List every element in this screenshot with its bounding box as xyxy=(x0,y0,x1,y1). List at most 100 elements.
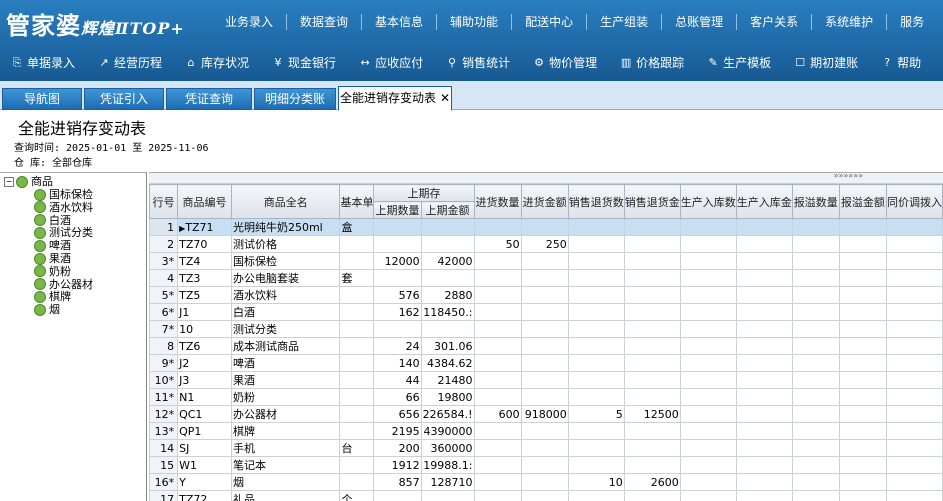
topnav-item-0[interactable]: 业务录入 xyxy=(212,14,286,30)
purchase-amount-cell[interactable]: 918000 xyxy=(521,406,568,423)
empty-cell[interactable] xyxy=(736,304,792,321)
product-name-cell[interactable]: 奶粉 xyxy=(231,389,340,406)
return-qty-cell[interactable] xyxy=(568,287,624,304)
row-number[interactable]: 9* xyxy=(150,355,178,372)
unit-cell[interactable] xyxy=(340,423,374,440)
return-amount-cell[interactable] xyxy=(624,321,680,338)
purchase-amount-cell[interactable]: 250 xyxy=(521,236,568,253)
table-row[interactable]: 4TZ3办公电脑套装套 xyxy=(150,270,943,287)
row-number[interactable]: 6* xyxy=(150,304,178,321)
purchase-qty-cell[interactable] xyxy=(474,270,521,287)
prev-qty-cell[interactable]: 66 xyxy=(374,389,421,406)
empty-cell[interactable] xyxy=(839,338,886,355)
prev-amount-cell[interactable]: 19800 xyxy=(421,389,474,406)
prev-amount-cell[interactable] xyxy=(421,491,474,501)
toolbar-button-1[interactable]: ↗经营历程 xyxy=(97,54,162,71)
empty-cell[interactable] xyxy=(792,338,839,355)
empty-cell[interactable] xyxy=(680,253,736,270)
purchase-qty-cell[interactable] xyxy=(474,219,521,236)
purchase-amount-cell[interactable] xyxy=(521,304,568,321)
empty-cell[interactable] xyxy=(680,423,736,440)
purchase-qty-cell[interactable] xyxy=(474,440,521,457)
return-qty-cell[interactable] xyxy=(568,270,624,287)
product-code-cell[interactable]: SJ xyxy=(178,440,232,457)
toolbar-button-4[interactable]: ↔应收应付 xyxy=(358,54,423,71)
return-amount-cell[interactable] xyxy=(624,287,680,304)
purchase-amount-cell[interactable] xyxy=(521,491,568,501)
empty-cell[interactable] xyxy=(736,253,792,270)
empty-cell[interactable] xyxy=(886,457,942,474)
empty-cell[interactable] xyxy=(839,372,886,389)
return-qty-cell[interactable]: 5 xyxy=(568,406,624,423)
empty-cell[interactable] xyxy=(680,474,736,491)
empty-cell[interactable] xyxy=(839,304,886,321)
product-name-cell[interactable]: 成本测试商品 xyxy=(231,338,340,355)
prev-amount-cell[interactable] xyxy=(421,219,474,236)
empty-cell[interactable] xyxy=(886,372,942,389)
prev-qty-cell[interactable]: 44 xyxy=(374,372,421,389)
empty-cell[interactable] xyxy=(680,355,736,372)
column-header[interactable]: 生产入库金 xyxy=(736,185,792,219)
row-number[interactable]: 13* xyxy=(150,423,178,440)
product-code-cell[interactable]: W1 xyxy=(178,457,232,474)
topnav-item-1[interactable]: 数据查询 xyxy=(286,14,361,30)
empty-cell[interactable] xyxy=(886,236,942,253)
product-name-cell[interactable]: 礼品 xyxy=(231,491,340,501)
empty-cell[interactable] xyxy=(886,338,942,355)
prev-qty-cell[interactable] xyxy=(374,236,421,253)
table-row[interactable]: 14SJ手机台200360000 xyxy=(150,440,943,457)
empty-cell[interactable] xyxy=(839,321,886,338)
purchase-qty-cell[interactable] xyxy=(474,304,521,321)
empty-cell[interactable] xyxy=(839,270,886,287)
empty-cell[interactable] xyxy=(680,236,736,253)
column-header[interactable]: 同价调拨入 xyxy=(886,185,942,219)
row-number[interactable]: 3* xyxy=(150,253,178,270)
table-row[interactable]: 11*N1奶粉6619800 xyxy=(150,389,943,406)
prev-amount-cell[interactable]: 4384.62 xyxy=(421,355,474,372)
row-number[interactable]: 4 xyxy=(150,270,178,287)
return-qty-cell[interactable] xyxy=(568,304,624,321)
tree-node[interactable]: 办公器材 xyxy=(34,278,93,291)
row-number[interactable]: 12* xyxy=(150,406,178,423)
prev-qty-cell[interactable] xyxy=(374,270,421,287)
return-qty-cell[interactable] xyxy=(568,491,624,501)
purchase-amount-cell[interactable] xyxy=(521,457,568,474)
tree-node[interactable]: 烟 xyxy=(34,303,60,316)
unit-cell[interactable] xyxy=(340,372,374,389)
empty-cell[interactable] xyxy=(736,270,792,287)
product-code-cell[interactable]: QC1 xyxy=(178,406,232,423)
toolbar-button-6[interactable]: ⚙物价管理 xyxy=(532,54,597,71)
empty-cell[interactable] xyxy=(792,253,839,270)
prev-qty-cell[interactable]: 162 xyxy=(374,304,421,321)
table-row[interactable]: 12*QC1办公器材656226584.!600918000512500 xyxy=(150,406,943,423)
prev-qty-cell[interactable] xyxy=(374,321,421,338)
table-row[interactable]: 2TZ70测试价格50250 xyxy=(150,236,943,253)
empty-cell[interactable] xyxy=(736,355,792,372)
empty-cell[interactable] xyxy=(792,304,839,321)
column-header[interactable]: 进货数量 xyxy=(474,185,521,219)
row-number[interactable]: 7* xyxy=(150,321,178,338)
empty-cell[interactable] xyxy=(792,287,839,304)
purchase-amount-cell[interactable] xyxy=(521,338,568,355)
empty-cell[interactable] xyxy=(792,355,839,372)
row-number[interactable]: 16* xyxy=(150,474,178,491)
empty-cell[interactable] xyxy=(792,219,839,236)
return-amount-cell[interactable] xyxy=(624,270,680,287)
unit-cell[interactable] xyxy=(340,406,374,423)
unit-cell[interactable] xyxy=(340,253,374,270)
empty-cell[interactable] xyxy=(680,389,736,406)
table-row[interactable]: 8TZ6成本测试商品24301.06 xyxy=(150,338,943,355)
topnav-item-3[interactable]: 辅助功能 xyxy=(436,14,511,30)
table-row[interactable]: 17TZ72礼品个 xyxy=(150,491,943,501)
return-amount-cell[interactable] xyxy=(624,457,680,474)
purchase-amount-cell[interactable] xyxy=(521,321,568,338)
purchase-qty-cell[interactable] xyxy=(474,457,521,474)
unit-cell[interactable] xyxy=(340,389,374,406)
empty-cell[interactable] xyxy=(839,236,886,253)
table-row[interactable]: 10*J3果酒4421480 xyxy=(150,372,943,389)
empty-cell[interactable] xyxy=(886,355,942,372)
purchase-qty-cell[interactable] xyxy=(474,372,521,389)
prev-qty-cell[interactable] xyxy=(374,219,421,236)
table-row[interactable]: 13*QP1棋牌21954390000 xyxy=(150,423,943,440)
return-amount-cell[interactable] xyxy=(624,440,680,457)
